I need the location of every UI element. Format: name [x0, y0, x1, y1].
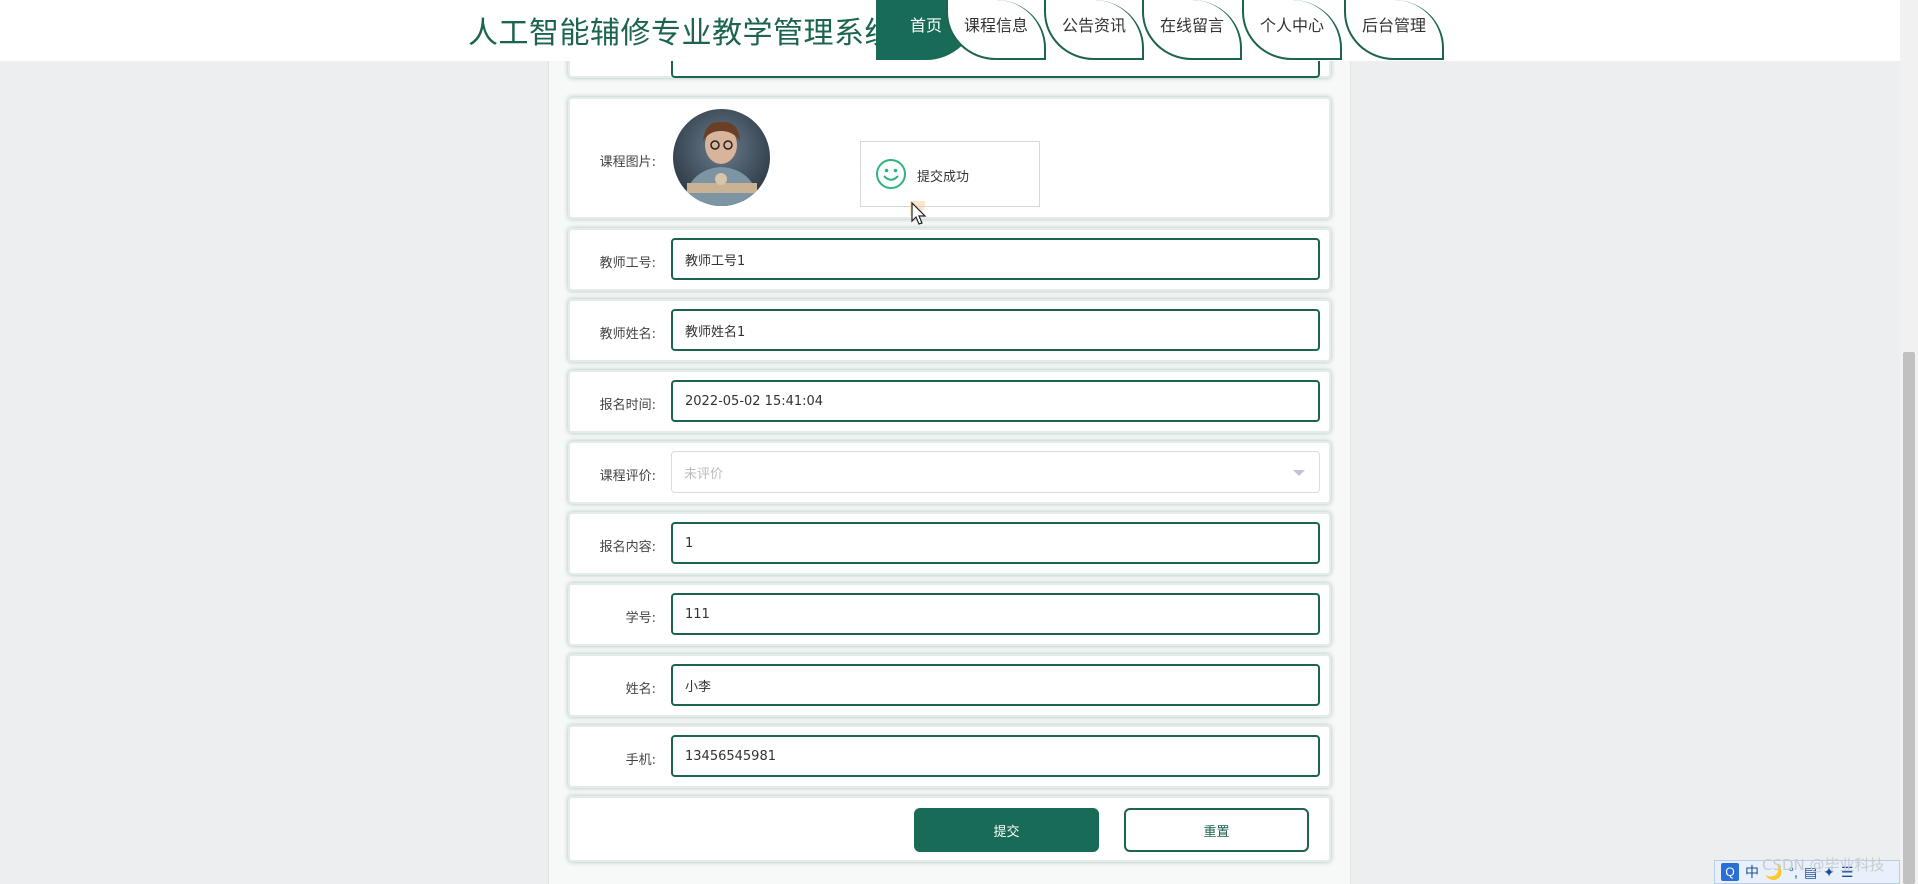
- site-title: 人工智能辅修专业教学管理系统: [468, 16, 895, 51]
- student-no-label: 学号:: [625, 611, 656, 626]
- chevron-down-icon: [1293, 470, 1305, 476]
- form-row-student-name: 姓名: 小李: [568, 654, 1331, 717]
- phone-label: 手机:: [625, 753, 656, 768]
- success-toast: 提交成功: [860, 141, 1040, 207]
- course-image-label: 课程图片:: [599, 155, 656, 170]
- student-no-input[interactable]: 111: [671, 593, 1320, 635]
- nav-item-online-message[interactable]: 在线留言: [1142, 0, 1242, 60]
- ime-logo-icon: Q: [1721, 863, 1739, 881]
- ime-item[interactable]: 中: [1745, 862, 1759, 882]
- page-scrollbar[interactable]: [1900, 0, 1918, 884]
- student-name-label: 姓名:: [625, 682, 656, 697]
- form-row-teacher-name: 教师姓名: 教师姓名1: [568, 299, 1331, 362]
- form-row-phone: 手机: 13456545981: [568, 725, 1331, 788]
- nav-item-announcements[interactable]: 公告资讯: [1044, 0, 1144, 60]
- signup-content-label: 报名内容:: [599, 540, 656, 555]
- toast-message: 提交成功: [917, 170, 970, 185]
- teacher-id-input[interactable]: 教师工号1: [671, 238, 1320, 280]
- form-row-student-no: 学号: 111: [568, 583, 1331, 646]
- form-row-signup-time: 报名时间: 2022-05-02 15:41:04: [568, 370, 1331, 433]
- nav-item-admin[interactable]: 后台管理: [1344, 0, 1444, 60]
- signup-time-input[interactable]: 2022-05-02 15:41:04: [671, 380, 1320, 422]
- signup-time-label: 报名时间:: [599, 398, 656, 413]
- teacher-id-label: 教师工号:: [599, 256, 656, 271]
- mouse-cursor-icon: [910, 201, 927, 225]
- course-review-placeholder: 未评价: [684, 466, 724, 482]
- teacher-name-label: 教师姓名:: [599, 327, 656, 342]
- phone-input[interactable]: 13456545981: [671, 735, 1320, 777]
- course-review-label: 课程评价:: [599, 469, 656, 484]
- scrollbar-thumb[interactable]: [1903, 352, 1915, 884]
- reset-button[interactable]: 重置: [1124, 808, 1309, 852]
- student-name-input[interactable]: 小李: [671, 664, 1320, 706]
- smile-icon: [876, 159, 906, 189]
- course-review-select[interactable]: 未评价: [671, 451, 1320, 493]
- course-image[interactable]: [673, 109, 770, 206]
- teacher-name-input[interactable]: 教师姓名1: [671, 309, 1320, 351]
- nav-item-course-info[interactable]: 课程信息: [946, 0, 1046, 60]
- form-row-teacher-id: 教师工号: 教师工号1: [568, 228, 1331, 291]
- submit-button[interactable]: 提交: [914, 808, 1099, 852]
- form-row-signup-content: 报名内容: 1: [568, 512, 1331, 575]
- nav-item-personal-center[interactable]: 个人中心: [1242, 0, 1342, 60]
- top-navigation-bar: 人工智能辅修专业教学管理系统 首页 课程信息 公告资讯 在线留言 个人中心 后台…: [0, 0, 1900, 61]
- signup-content-input[interactable]: 1: [671, 522, 1320, 564]
- watermark: CSDN @毕业科技: [1762, 856, 1885, 874]
- form-row-course-review: 课程评价: 未评价: [568, 441, 1331, 504]
